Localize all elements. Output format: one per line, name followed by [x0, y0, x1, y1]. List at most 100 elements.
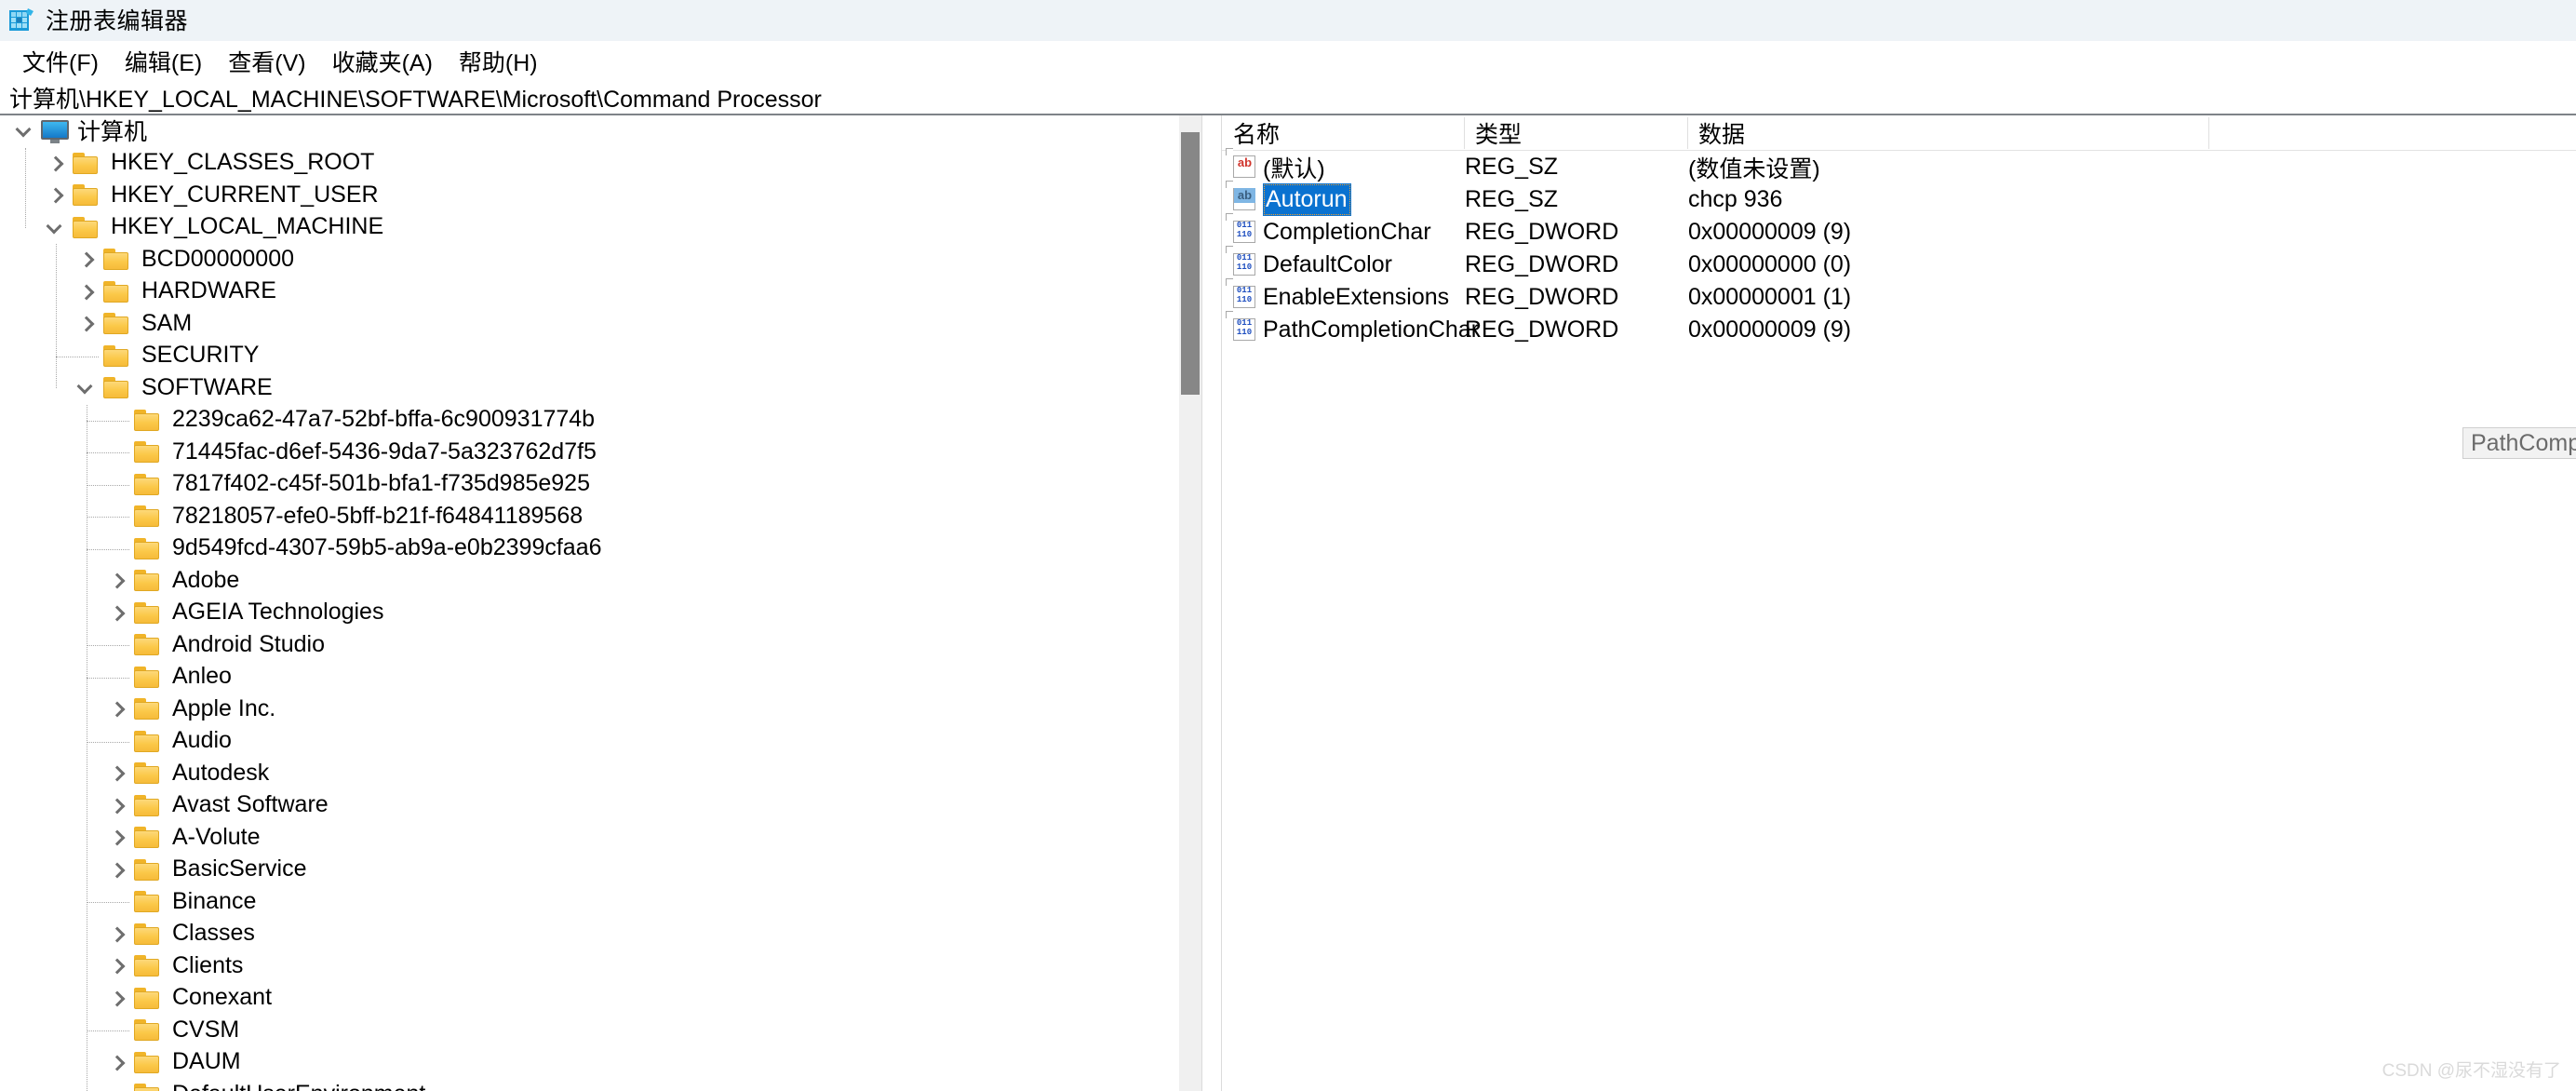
tree-node[interactable]: Autodesk	[0, 758, 1201, 790]
tree-node[interactable]: HKEY_CLASSES_ROOT	[0, 148, 1201, 181]
chevron-right-icon[interactable]	[71, 244, 102, 276]
tree-scrollbar-thumb[interactable]	[1181, 132, 1200, 395]
address-bar[interactable]: 计算机\HKEY_LOCAL_MACHINE\SOFTWARE\Microsof…	[0, 82, 2576, 115]
tree-connector-line	[56, 244, 57, 389]
tree-node[interactable]: Conexant	[0, 983, 1201, 1016]
chevron-right-icon[interactable]	[101, 822, 133, 854]
registry-value-pane[interactable]: 名称 类型 数据 ab (默认) REG_SZ (数值未设置) ab Autorun REG…	[1222, 115, 2576, 1091]
tree-node[interactable]: CVSM	[0, 1015, 1201, 1047]
pane-splitter[interactable]	[1201, 115, 1222, 1091]
menu-file[interactable]: 文件(F)	[9, 45, 112, 78]
value-data: 0x00000009 (9)	[1688, 219, 1852, 245]
value-row[interactable]: 011 110 DefaultColor REG_DWORD 0x00000000 (0…	[1222, 246, 2576, 281]
value-name[interactable]: (默认)	[1263, 151, 1325, 183]
chevron-right-icon[interactable]	[40, 148, 72, 180]
chevron-right-icon[interactable]	[40, 180, 72, 211]
tree-node[interactable]: 71445fac-d6ef-5436-9da7-5a323762d7f5	[0, 437, 1201, 469]
menu-favorites[interactable]: 收藏夹(A)	[319, 45, 446, 78]
tree-node[interactable]: 计算机	[0, 115, 1201, 148]
folder-icon	[133, 923, 165, 947]
tree-node[interactable]: SAM	[0, 308, 1201, 341]
folder-icon	[133, 761, 165, 786]
tree-node-label: 7817f402-c45f-501b-bfa1-f735d985e925	[172, 470, 590, 497]
tree-node[interactable]: Avast Software	[0, 790, 1201, 823]
tree-node[interactable]: Clients	[0, 950, 1201, 983]
string-value-icon: ab	[1226, 181, 1257, 212]
chevron-right-icon[interactable]	[101, 758, 133, 789]
column-header-type[interactable]: 类型	[1464, 115, 1687, 151]
tree-node[interactable]: AGEIA Technologies	[0, 598, 1201, 630]
chevron-right-icon[interactable]	[101, 598, 133, 629]
folder-icon	[102, 248, 134, 272]
menu-edit[interactable]: 编辑(E)	[112, 45, 215, 78]
folder-icon	[133, 633, 165, 657]
tree-node-label: 2239ca62-47a7-52bf-bffa-6c900931774b	[172, 406, 596, 433]
value-data: 0x00000000 (0)	[1688, 251, 1852, 277]
chevron-right-icon[interactable]	[101, 1047, 133, 1079]
tree-node[interactable]: DefaultUserEnvironment	[0, 1079, 1201, 1091]
tree-node[interactable]: SOFTWARE	[0, 372, 1201, 405]
tree-node[interactable]: SECURITY	[0, 341, 1201, 373]
chevron-right-icon[interactable]	[101, 950, 133, 982]
value-row[interactable]: ab (默认) REG_SZ (数值未设置)	[1222, 148, 2576, 183]
tree-node[interactable]: 2239ca62-47a7-52bf-bffa-6c900931774b	[0, 405, 1201, 438]
tree-node[interactable]: A-Volute	[0, 822, 1201, 855]
tree-node[interactable]: 78218057-efe0-5bff-b21f-f64841189568	[0, 501, 1201, 533]
chevron-right-icon[interactable]	[101, 790, 133, 822]
tree-node[interactable]: HKEY_CURRENT_USER	[0, 180, 1201, 212]
tree-node[interactable]: BasicService	[0, 855, 1201, 887]
menu-help[interactable]: 帮助(H)	[446, 45, 551, 78]
tree-node[interactable]: Audio	[0, 726, 1201, 759]
tree-node[interactable]: Classes	[0, 919, 1201, 951]
value-name[interactable]: CompletionChar	[1263, 216, 1431, 249]
tree-node-label: DAUM	[172, 1048, 241, 1075]
chevron-right-icon[interactable]	[101, 919, 133, 950]
registry-editor-icon	[8, 7, 36, 34]
value-row[interactable]: ab Autorun REG_SZ chcp 936	[1222, 181, 2576, 216]
tree-node-label: Android Studio	[172, 630, 326, 657]
tree-node-label: HKEY_CURRENT_USER	[111, 181, 379, 208]
tree-node[interactable]: Adobe	[0, 565, 1201, 598]
tree-node-label: 71445fac-d6ef-5436-9da7-5a323762d7f5	[172, 438, 597, 465]
value-name[interactable]: PathCompletionChar	[1263, 314, 1479, 346]
tree-node[interactable]: 9d549fcd-4307-59b5-ab9a-e0b2399cfaa6	[0, 533, 1201, 566]
menu-view[interactable]: 查看(V)	[215, 45, 318, 78]
tree-connector-line	[87, 1030, 129, 1032]
tree-node[interactable]: Android Studio	[0, 629, 1201, 662]
chevron-right-icon[interactable]	[101, 694, 133, 725]
column-header-data[interactable]: 数据	[1687, 115, 2208, 151]
value-name[interactable]: Autorun	[1263, 183, 1351, 216]
chevron-right-icon[interactable]	[101, 983, 133, 1015]
tree-node[interactable]: Anleo	[0, 662, 1201, 694]
column-separator-data-end[interactable]	[2208, 117, 2209, 149]
column-header-name[interactable]: 名称	[1222, 115, 1464, 151]
value-row[interactable]: 011 110 CompletionChar REG_DWORD 0x00000009 …	[1222, 213, 2576, 249]
value-row[interactable]: 011 110 PathCompletionChar REG_DWORD 0x00000…	[1222, 311, 2576, 346]
tree-connector-line	[87, 420, 129, 422]
chevron-down-icon[interactable]	[9, 115, 41, 147]
value-name[interactable]: EnableExtensions	[1263, 281, 1449, 314]
tree-node-label: 9d549fcd-4307-59b5-ab9a-e0b2399cfaa6	[172, 534, 602, 561]
chevron-down-icon[interactable]	[71, 372, 102, 404]
chevron-right-icon[interactable]	[71, 276, 102, 308]
tree-node[interactable]: HKEY_LOCAL_MACHINE	[0, 212, 1201, 245]
tree-vertical-scrollbar[interactable]	[1179, 115, 1201, 1091]
chevron-right-icon[interactable]	[71, 308, 102, 340]
chevron-right-icon[interactable]	[101, 855, 133, 886]
tree-node[interactable]: 7817f402-c45f-501b-bfa1-f735d985e925	[0, 469, 1201, 502]
value-row[interactable]: 011 110 EnableExtensions REG_DWORD 0x0000000…	[1222, 278, 2576, 314]
tree-node[interactable]: BCD00000000	[0, 244, 1201, 276]
chevron-right-icon[interactable]	[101, 565, 133, 597]
folder-icon	[133, 666, 165, 690]
registry-key-tree[interactable]: 计算机 HKEY_CLASSES_ROOT HKEY_CURRENT_USER HKE…	[0, 115, 1201, 1091]
chevron-down-icon[interactable]	[40, 212, 72, 244]
menu-bar: 文件(F) 编辑(E) 查看(V) 收藏夹(A) 帮助(H)	[0, 41, 2576, 82]
tree-node-label: 计算机	[77, 119, 148, 146]
tree-node[interactable]: HARDWARE	[0, 276, 1201, 309]
csdn-watermark: CSDN @尿不湿没有了	[2381, 1061, 2561, 1081]
tree-node[interactable]: Binance	[0, 886, 1201, 919]
value-name[interactable]: DefaultColor	[1263, 249, 1392, 281]
tree-node[interactable]: DAUM	[0, 1047, 1201, 1080]
tree-node[interactable]: Apple Inc.	[0, 694, 1201, 726]
tree-connector-line	[87, 484, 129, 486]
